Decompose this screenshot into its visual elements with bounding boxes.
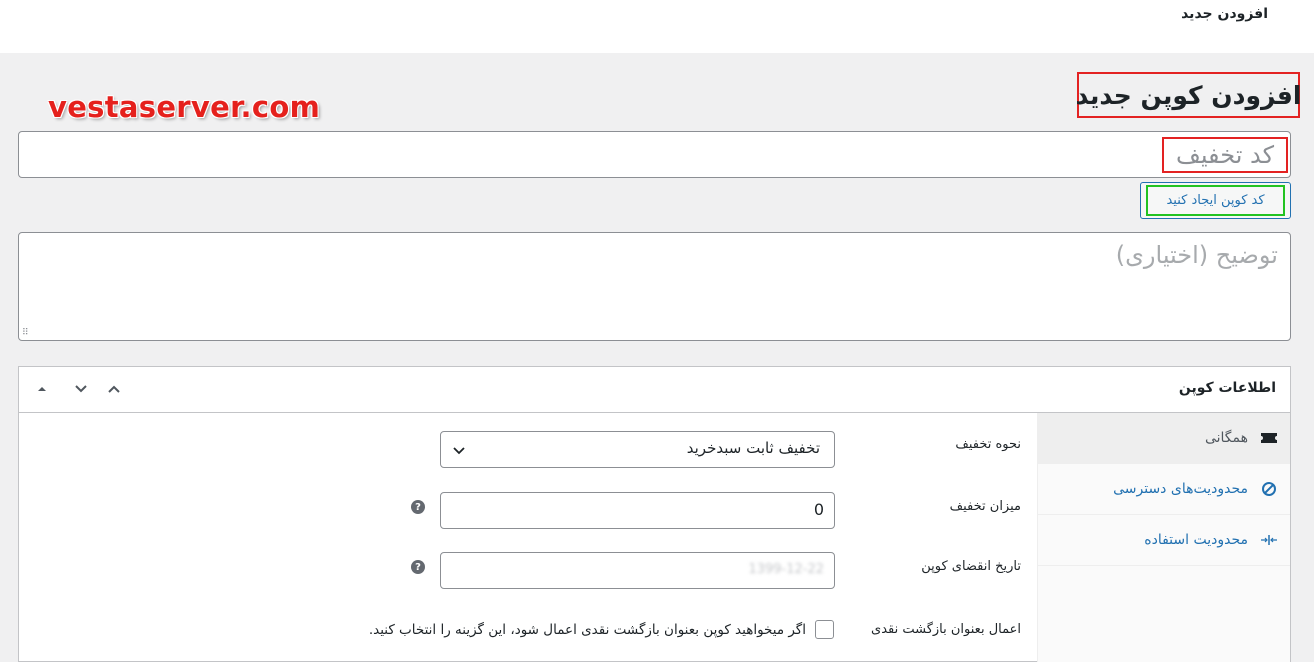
tab-usage-limits[interactable]: محدودیت استفاده — [1037, 515, 1290, 566]
expiry-date-input[interactable]: 1399-12-22 — [440, 552, 835, 589]
discount-type-select[interactable]: تخفیف ثابت سبدخرید — [440, 431, 835, 468]
tab-general-label: همگانی — [1204, 430, 1248, 446]
limit-arrows-icon — [1260, 531, 1278, 549]
ticket-icon — [1260, 429, 1278, 447]
move-up-icon[interactable] — [103, 378, 125, 400]
panel-title: اطلاعات کوپن — [1178, 380, 1276, 396]
prohibited-icon — [1260, 480, 1278, 498]
generate-coupon-button-label[interactable]: کد کوپن ایجاد کنید — [1146, 185, 1285, 216]
discount-type-label: نحوه تخفیف — [955, 437, 1021, 452]
expiry-date-label: تاریخ انقضای کوپن — [921, 559, 1021, 574]
coupon-code-input[interactable] — [18, 131, 1291, 178]
description-textarea[interactable]: توضیح (اختیاری) ⠿ — [18, 232, 1291, 341]
resize-grip-icon[interactable]: ⠿ — [22, 328, 32, 338]
topbar-title: افزودن جدید — [1181, 6, 1268, 22]
panel-header: اطلاعات کوپن — [19, 367, 1290, 413]
tab-usage-restriction-label: محدودیت‌های دسترسی — [1113, 481, 1248, 497]
amount-input[interactable]: 0 — [440, 492, 835, 529]
panel-tabs: همگانی محدودیت‌های دسترسی محدودیت استفاد… — [1037, 413, 1290, 662]
tab-usage-restriction[interactable]: محدودیت‌های دسترسی — [1037, 464, 1290, 515]
discount-type-value: تخفیف ثابت سبدخرید — [686, 439, 820, 457]
page-title: افزودن کوپن جدید — [1076, 72, 1302, 118]
description-placeholder: توضیح (اختیاری) — [1115, 241, 1278, 269]
coupon-data-panel: اطلاعات کوپن همگانی محدودیت‌های دسترسی — [18, 366, 1291, 662]
amount-label: میزان تخفیف — [949, 499, 1021, 514]
cashback-label: اعمال بعنوان بازگشت نقدی — [871, 622, 1021, 637]
top-bar: افزودن جدید — [0, 0, 1314, 53]
tab-general[interactable]: همگانی — [1037, 413, 1290, 464]
toggle-panel-icon[interactable] — [31, 378, 53, 400]
cashback-checkbox[interactable] — [815, 620, 834, 639]
help-icon[interactable]: ? — [411, 500, 425, 514]
cashback-description: اگر میخواهید کوپن بعنوان بازگشت نقدی اعم… — [368, 622, 806, 638]
help-icon[interactable]: ? — [411, 560, 425, 574]
watermark: vestaserver.com — [48, 90, 321, 124]
amount-value: 0 — [813, 500, 824, 519]
expiry-date-placeholder: 1399-12-22 — [748, 562, 824, 577]
chevron-down-icon — [451, 442, 467, 458]
tab-usage-limits-label: محدودیت استفاده — [1144, 532, 1248, 548]
move-down-icon[interactable] — [70, 378, 92, 400]
